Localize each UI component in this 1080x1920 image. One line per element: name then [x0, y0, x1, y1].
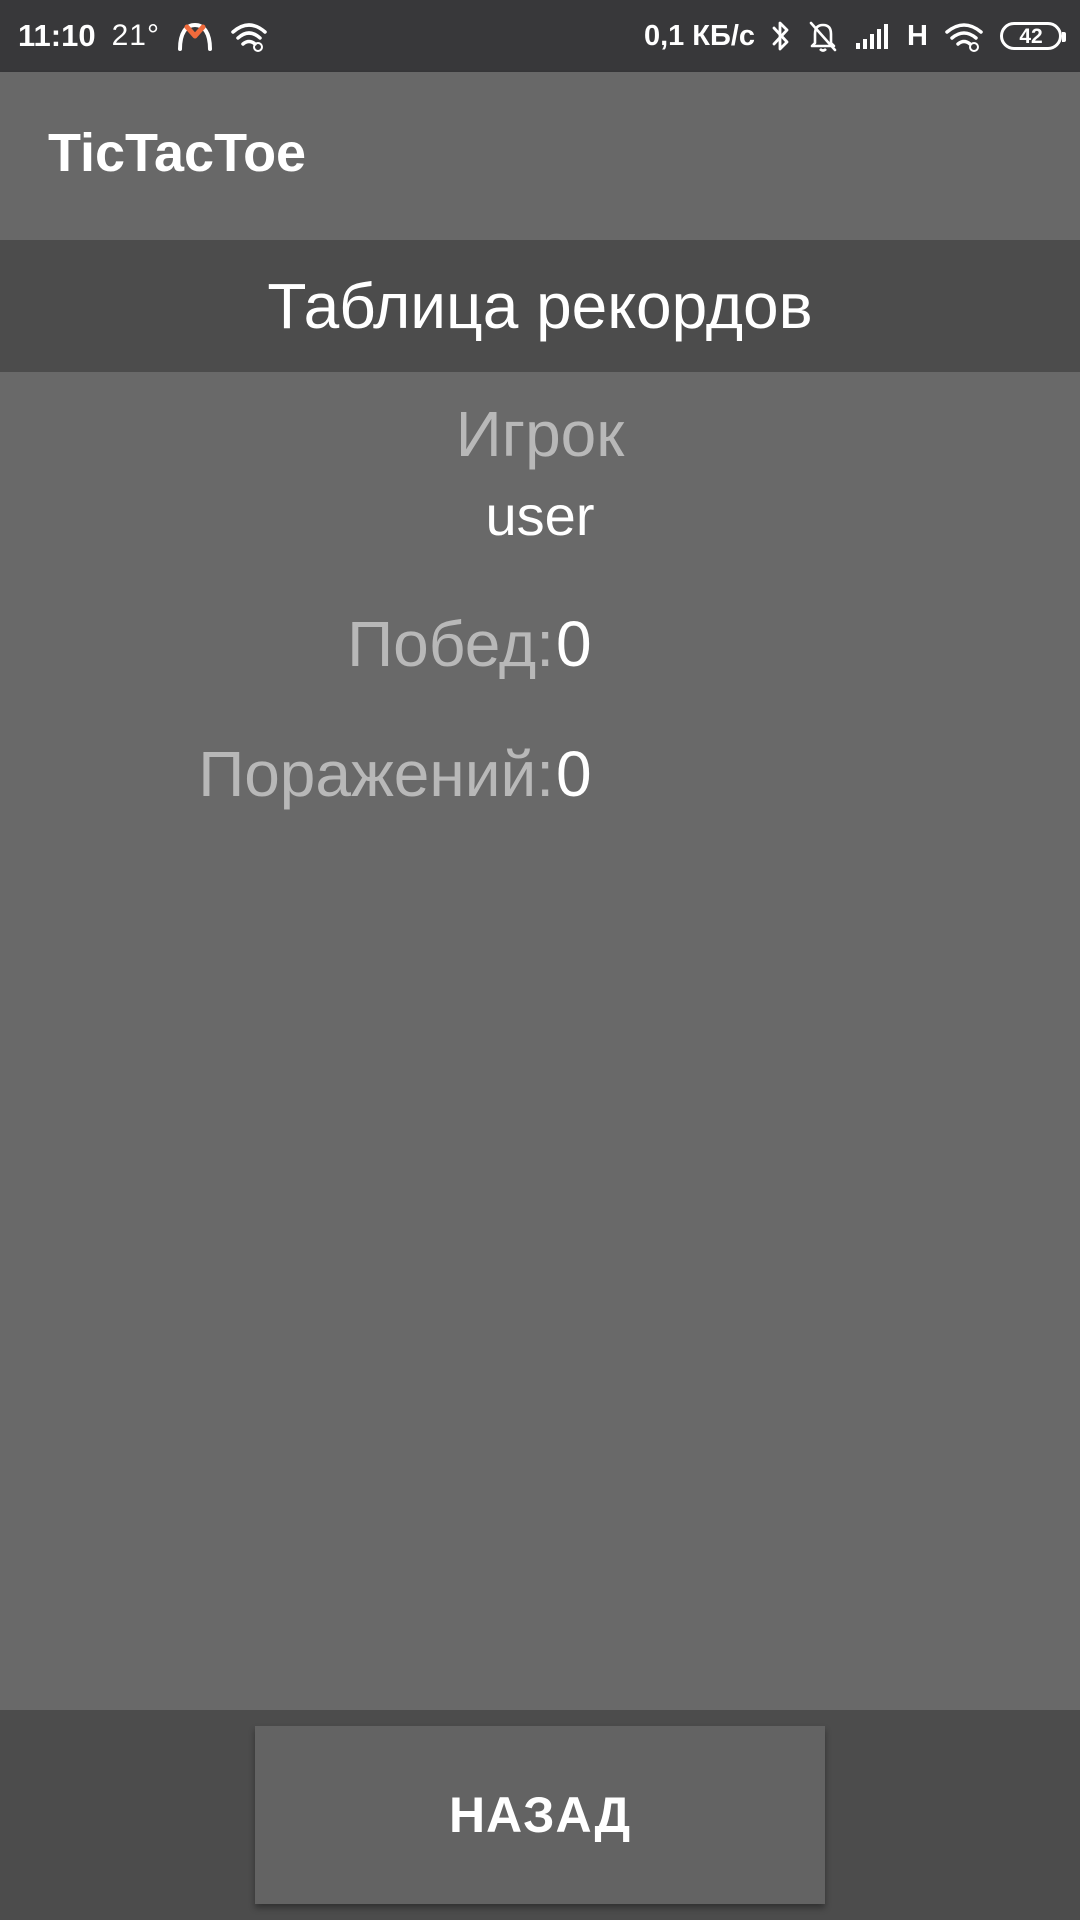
- status-temperature: 21°: [111, 19, 160, 52]
- losses-value: 0: [556, 738, 592, 810]
- signal-icon: [855, 21, 891, 51]
- losses-row: Поражений: 0: [0, 742, 1080, 814]
- player-label: Игрок: [455, 398, 625, 470]
- wins-value: 0: [556, 608, 592, 680]
- screen: 11:10 21° 0,1 КБ/с H 42 TicTacToe Таблиц…: [0, 0, 1080, 1920]
- app-title: TicTacToe: [48, 123, 307, 183]
- app-bar: TicTacToe: [0, 72, 1080, 240]
- bell-muted-icon: [807, 19, 839, 53]
- back-button[interactable]: НАЗАД: [255, 1726, 825, 1904]
- status-bar: 11:10 21° 0,1 КБ/с H 42: [0, 0, 1080, 72]
- wins-label: Побед:: [347, 608, 554, 680]
- bottom-bar: НАЗАД: [0, 1710, 1080, 1920]
- network-type: H: [907, 19, 928, 52]
- records-title: Таблица рекордов: [267, 270, 813, 342]
- wifi-icon: [230, 20, 268, 52]
- status-left: 11:10 21°: [18, 18, 268, 54]
- records-header: Таблица рекордов: [0, 240, 1080, 372]
- player-name: user: [485, 484, 595, 547]
- scores-panel: Игрок user Побед: 0 Поражений: 0: [0, 372, 1080, 1710]
- network-speed: 0,1 КБ/с: [643, 19, 756, 52]
- battery-tip: [1062, 32, 1066, 42]
- status-right: 0,1 КБ/с H 42: [643, 19, 1066, 53]
- app-notification-icon: [176, 19, 214, 53]
- wifi-icon: [944, 20, 984, 52]
- battery-level: 42: [1019, 24, 1043, 48]
- battery-icon: 42: [1000, 22, 1066, 50]
- wins-row: Побед: 0: [0, 612, 1080, 684]
- status-time: 11:10: [18, 18, 96, 53]
- losses-label: Поражений:: [198, 738, 554, 810]
- bluetooth-icon: [771, 19, 791, 53]
